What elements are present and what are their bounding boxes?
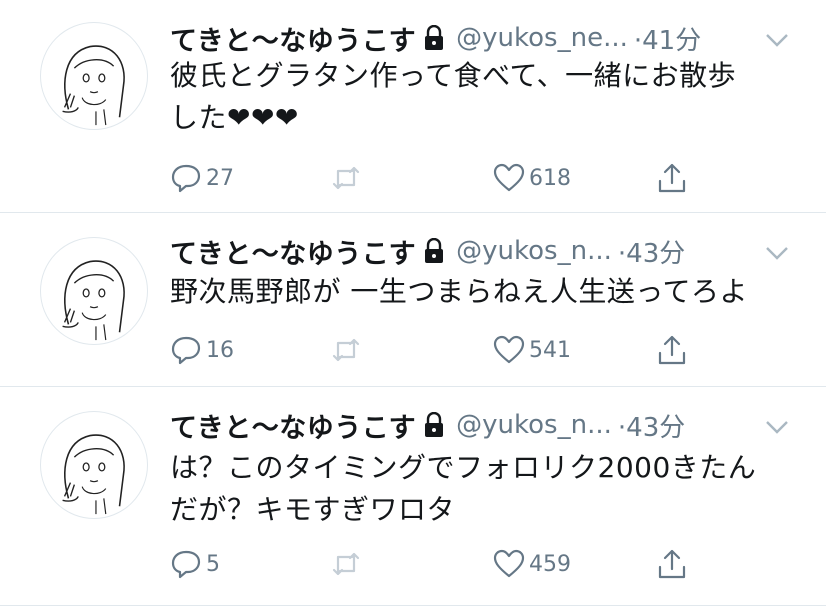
share-icon (656, 334, 688, 366)
username-handle[interactable]: @yukos_ne... (456, 23, 628, 53)
reply-button[interactable]: 27 (170, 158, 234, 198)
display-name[interactable]: てきと〜なゆうこす (170, 232, 416, 271)
heart-icon (493, 334, 525, 366)
display-name[interactable]: てきと〜なゆうこす (170, 19, 416, 58)
timestamp[interactable]: ·43分 (618, 407, 685, 444)
tweet-text: 野次馬野郎が 一生つまらねえ人生送ってろよ (170, 271, 800, 313)
retweet-button[interactable] (330, 544, 366, 584)
tweet-text-line: した❤❤❤ (170, 101, 299, 134)
share-button[interactable] (656, 544, 688, 584)
lock-icon (422, 24, 446, 51)
reply-count: 16 (206, 337, 234, 363)
like-button[interactable]: 618 (493, 158, 571, 198)
retweet-icon (330, 334, 362, 366)
display-name[interactable]: てきと〜なゆうこす (170, 406, 416, 445)
avatar-drawing (62, 434, 125, 515)
timestamp[interactable]: ·41分 (634, 20, 701, 57)
share-button[interactable] (656, 158, 688, 198)
avatar-drawing (62, 260, 125, 341)
avatar[interactable] (40, 22, 148, 130)
reply-button[interactable]: 5 (170, 544, 220, 584)
tweet-divider (0, 605, 826, 606)
tweet[interactable]: てきと〜なゆうこす @yukos_n... ·43分 は？このタイミングでフォロ… (0, 387, 826, 615)
like-count: 618 (529, 165, 571, 191)
like-count: 459 (529, 551, 571, 577)
tweet-text-line: だが？キモすぎワロタ (170, 493, 456, 526)
retweet-button[interactable] (330, 330, 366, 370)
retweet-icon (330, 548, 362, 580)
chevron-down-icon[interactable] (764, 243, 790, 263)
share-icon (656, 548, 688, 580)
reply-count: 27 (206, 165, 234, 191)
username-handle[interactable]: @yukos_n... (456, 236, 612, 266)
share-button[interactable] (656, 330, 688, 370)
like-button[interactable]: 541 (493, 330, 571, 370)
tweet[interactable]: てきと〜なゆうこす @yukos_ne... ·41分 彼氏とグラタン作って食べ… (0, 0, 826, 210)
heart-icon (493, 162, 525, 194)
tweet[interactable]: てきと〜なゆうこす @yukos_n... ·43分 野次馬野郎が 一生つまらね… (0, 213, 826, 385)
avatar[interactable] (40, 411, 148, 519)
reply-button[interactable]: 16 (170, 330, 234, 370)
lock-icon (422, 411, 446, 438)
like-button[interactable]: 459 (493, 544, 571, 584)
like-count: 541 (529, 337, 571, 363)
tweet-text: は？このタイミングでフォロリク2000きたん だが？キモすぎワロタ (170, 447, 800, 531)
avatar[interactable] (40, 237, 148, 345)
tweet-text-line: 彼氏とグラタン作って食べて、一緒にお散歩 (170, 59, 737, 92)
tweet-actions: 16 541 (170, 330, 730, 370)
retweet-icon (330, 162, 362, 194)
chevron-down-icon[interactable] (764, 417, 790, 437)
username-handle[interactable]: @yukos_n... (456, 410, 612, 440)
avatar-drawing (62, 45, 125, 126)
tweet-text: 彼氏とグラタン作って食べて、一緒にお散歩 した❤❤❤ (170, 55, 800, 139)
heart-icon (493, 548, 525, 580)
tweet-actions: 5 459 (170, 544, 730, 584)
reply-icon (170, 548, 202, 580)
tweet-text-line: 野次馬野郎が 一生つまらねえ人生送ってろよ (170, 275, 749, 308)
share-icon (656, 162, 688, 194)
reply-icon (170, 162, 202, 194)
reply-count: 5 (206, 551, 220, 577)
timestamp[interactable]: ·43分 (618, 233, 685, 270)
chevron-down-icon[interactable] (764, 30, 790, 50)
retweet-button[interactable] (330, 158, 366, 198)
tweet-actions: 27 618 (170, 158, 730, 198)
lock-icon (422, 237, 446, 264)
reply-icon (170, 334, 202, 366)
tweet-text-line: は？このタイミングでフォロリク2000きたん (170, 451, 757, 484)
